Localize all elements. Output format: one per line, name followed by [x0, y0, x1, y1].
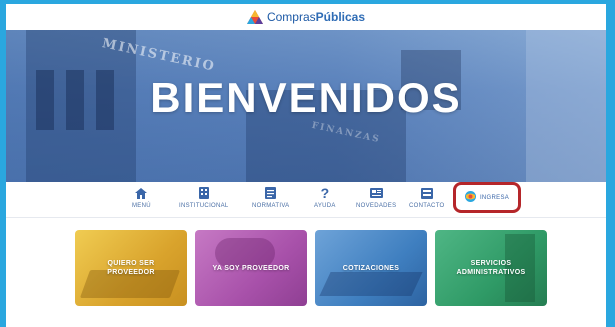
- card-label: SERVICIOS ADMINISTRATIVOS: [456, 260, 526, 276]
- card-cotizaciones[interactable]: COTIZACIONES: [315, 230, 427, 306]
- card-label: QUIERO SER PROVEEDOR: [107, 260, 155, 276]
- nav-item-institucional[interactable]: INSTITUCIONAL: [179, 185, 229, 209]
- nav-label: INSTITUCIONAL: [179, 203, 229, 209]
- compras-publicas-logo-icon[interactable]: [246, 10, 263, 24]
- cards-row: QUIERO SER PROVEEDOR YA SOY PROVEEDOR CO…: [6, 230, 606, 306]
- news-icon: [369, 185, 383, 201]
- hero-title: BIENVENIDOS: [150, 74, 462, 121]
- nav-label: CONTACTO: [409, 203, 445, 209]
- document-icon: [265, 185, 277, 201]
- card-quiero-ser-proveedor[interactable]: QUIERO SER PROVEEDOR: [75, 230, 187, 306]
- building-icon: [198, 185, 209, 201]
- login-globe-icon: [464, 189, 476, 207]
- card-label: YA SOY PROVEEDOR: [212, 264, 290, 272]
- card-label: COTIZACIONES: [342, 264, 400, 272]
- login-label: INGRESA: [479, 194, 510, 201]
- hero-banner: MINISTERIO FINANZAS BIENVENIDOS: [6, 30, 606, 182]
- top-bar: ComprasPúblicas: [6, 4, 606, 30]
- nav-label: AYUDA: [314, 203, 336, 209]
- nav-item-normativa[interactable]: NORMATIVA: [252, 185, 289, 209]
- nav-label: NORMATIVA: [252, 203, 290, 209]
- brand-name[interactable]: ComprasPúblicas: [267, 10, 365, 24]
- nav-label: MENÚ: [132, 203, 151, 209]
- main-nav: MENÚ INSTITUCIONAL NORMATIVA ? AYUDA NOV…: [6, 182, 606, 218]
- question-icon: ?: [320, 185, 330, 201]
- nav-label: NOVEDADES: [356, 203, 397, 209]
- nav-item-novedades[interactable]: NOVEDADES: [356, 185, 396, 209]
- card-servicios-administrativos[interactable]: SERVICIOS ADMINISTRATIVOS: [435, 230, 547, 306]
- contact-icon: [420, 185, 433, 201]
- nav-item-ayuda[interactable]: ? AYUDA: [314, 185, 336, 209]
- login-button[interactable]: INGRESA: [453, 182, 521, 213]
- home-icon: [135, 185, 148, 201]
- keyboard-illustration: [319, 272, 423, 296]
- nav-item-contacto[interactable]: CONTACTO: [409, 185, 445, 209]
- page: ComprasPúblicas MINISTERIO FINANZAS BIEN…: [6, 4, 606, 327]
- card-ya-soy-proveedor[interactable]: YA SOY PROVEEDOR: [195, 230, 307, 306]
- nav-item-menu[interactable]: MENÚ: [132, 185, 151, 209]
